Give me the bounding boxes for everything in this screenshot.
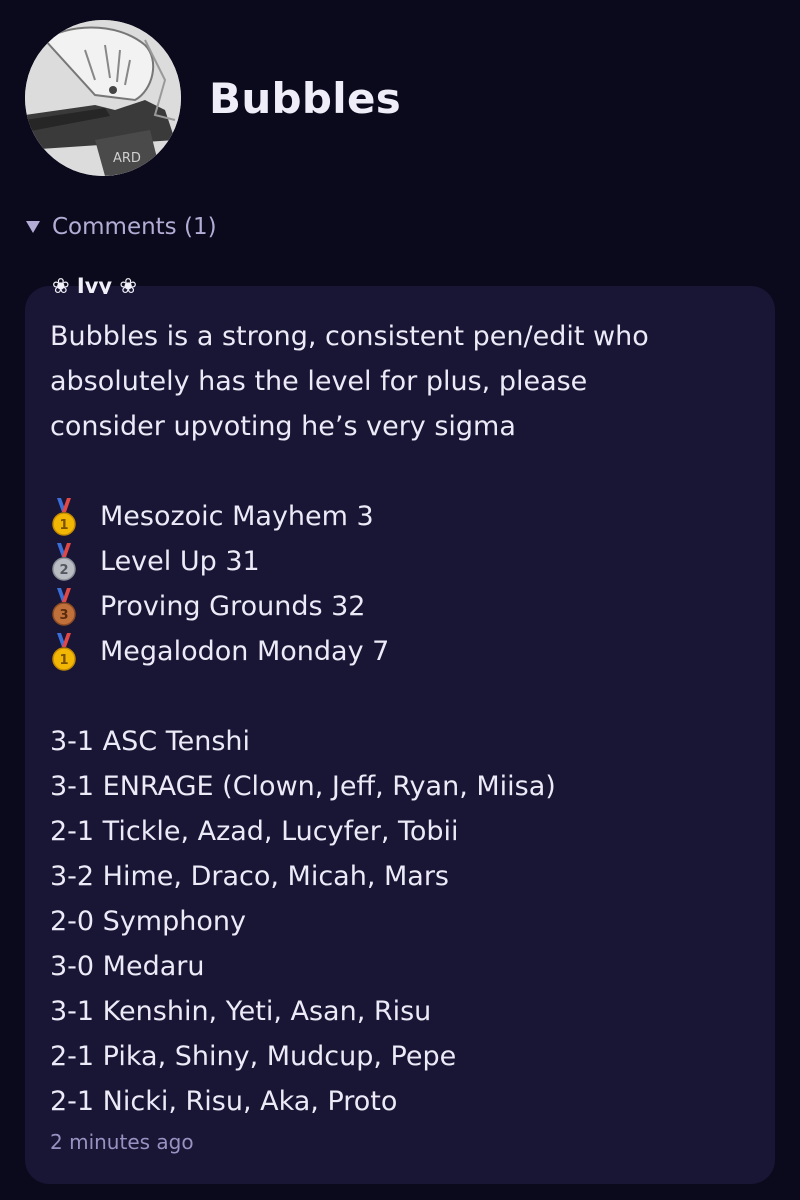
svg-text:ARD: ARD (113, 151, 141, 166)
result-line: 3-0 Medaru (50, 951, 205, 982)
username: Bubbles (209, 73, 402, 123)
placement-item: 1 Mesozoic Mayhem 3 (50, 494, 750, 539)
comment-body: Bubbles is a strong, consistent pen/edit… (50, 314, 750, 1124)
svg-text:1: 1 (59, 518, 68, 533)
profile-page: ARD Bubbles Comments (1) ❀ Ivy ❀ Bubbles… (0, 0, 800, 1200)
comments-toggle-label: Comments (1) (52, 214, 217, 240)
comment-text-line: absolutely has the level for plus, pleas… (50, 366, 588, 397)
result-line: 3-1 ENRAGE (Clown, Jeff, Ryan, Miisa) (50, 771, 556, 802)
svg-text:3: 3 (59, 608, 68, 623)
result-line: 2-1 Tickle, Azad, Lucyfer, Tobii (50, 816, 459, 847)
bronze-medal-icon: 3 (52, 587, 76, 626)
svg-text:2: 2 (59, 563, 68, 578)
placement-item: 2 Level Up 31 (50, 539, 750, 584)
placement-item: 3 Proving Grounds 32 (50, 584, 750, 629)
placement-event: Mesozoic Mayhem 3 (100, 501, 374, 532)
svg-text:1: 1 (59, 653, 68, 668)
comment-timestamp: 2 minutes ago (50, 1130, 194, 1154)
profile-header: ARD Bubbles (25, 20, 401, 176)
comment-author[interactable]: ❀ Ivy ❀ (52, 270, 137, 294)
placement-event: Megalodon Monday 7 (100, 636, 390, 667)
comment-text-line: consider upvoting he’s very sigma (50, 411, 516, 442)
comments-toggle[interactable]: Comments (1) (26, 214, 217, 240)
result-line: 2-0 Symphony (50, 906, 246, 937)
result-line: 3-2 Hime, Draco, Micah, Mars (50, 861, 450, 892)
result-line: 3-1 ASC Tenshi (50, 726, 251, 757)
gold-medal-icon: 1 (52, 632, 76, 671)
gold-medal-icon: 1 (52, 497, 76, 536)
result-line: 2-1 Nicki, Risu, Aka, Proto (50, 1086, 398, 1117)
silver-medal-icon: 2 (52, 542, 76, 581)
result-line: 3-1 Kenshin, Yeti, Asan, Risu (50, 996, 432, 1027)
avatar[interactable]: ARD (25, 20, 181, 176)
placement-event: Proving Grounds 32 (100, 591, 366, 622)
avatar-image: ARD (25, 20, 181, 176)
caret-down-icon (26, 221, 40, 233)
result-line: 2-1 Pika, Shiny, Mudcup, Pepe (50, 1041, 457, 1072)
placement-item: 1 Megalodon Monday 7 (50, 629, 750, 674)
placement-event: Level Up 31 (100, 546, 260, 577)
comment-text-line: Bubbles is a strong, consistent pen/edit… (50, 321, 649, 352)
